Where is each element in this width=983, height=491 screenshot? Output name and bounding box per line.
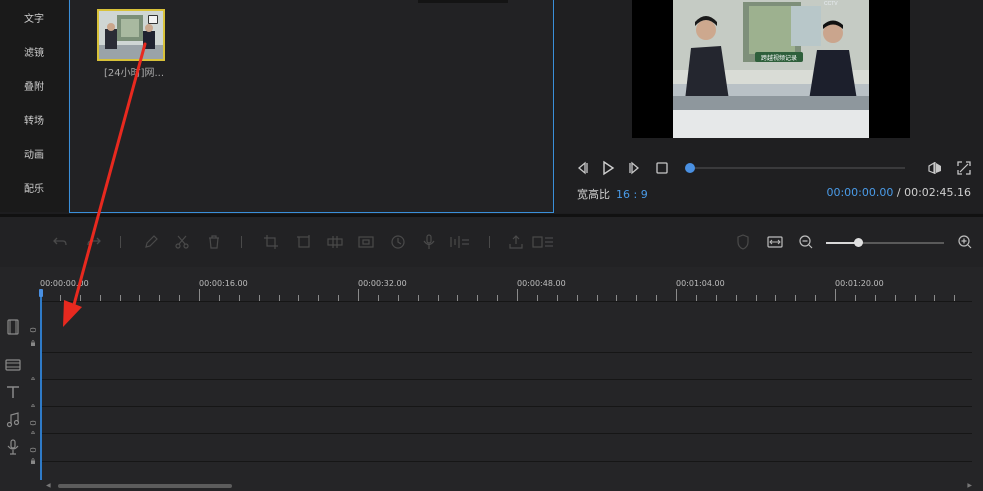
ruler-label: 00:01:20.00 [835, 279, 884, 288]
sidebar-item-music[interactable]: 配乐 [0, 179, 68, 201]
scrollbar-thumb[interactable] [58, 484, 232, 488]
next-frame-icon[interactable] [626, 160, 642, 176]
fullscreen-icon[interactable] [956, 160, 972, 176]
voice-track-header [0, 434, 40, 464]
channel-logo-text: CCTV [824, 1, 838, 7]
zoom-out-icon[interactable] [798, 234, 814, 250]
redo-icon[interactable] [86, 234, 102, 250]
sidebar-item-overlay[interactable]: 叠附 [0, 77, 68, 99]
total-timecode: 00:02:45.16 [904, 186, 971, 199]
track-divider [40, 352, 972, 353]
timeline-ruler[interactable]: 00:00:00.00 00:00:16.00 00:00:32.00 00:0… [40, 267, 972, 301]
preview-progress-track[interactable] [690, 167, 905, 169]
text-track-header [0, 380, 40, 410]
playhead-handle[interactable] [39, 289, 43, 297]
zoom-in-icon[interactable] [957, 234, 973, 250]
track-divider [40, 406, 972, 407]
export-share-icon[interactable] [508, 234, 524, 250]
preview-video: CCTV 跨越视频记录 [632, 0, 910, 138]
voiceover-mic-icon[interactable] [421, 234, 437, 250]
toolbar-separator [489, 236, 490, 248]
video-track-main-header [0, 302, 40, 352]
preview-playbar [555, 156, 983, 180]
media-clip-thumbnail[interactable] [97, 9, 165, 61]
clip-badge-icon [148, 15, 158, 24]
current-timecode: 00:00:00.00 [826, 186, 894, 199]
aspect-ratio-readout: 宽高比 16 : 9 [577, 186, 648, 202]
news-broadcast-frame: CCTV 跨越视频记录 [673, 0, 869, 138]
visibility-eye-icon[interactable] [29, 438, 37, 453]
music-track-header [0, 407, 40, 437]
media-library-panel: [24小时]网... [69, 0, 554, 213]
zoom-slider-knob[interactable] [854, 238, 863, 247]
screenshot-icon[interactable] [358, 234, 374, 250]
aspect-ratio-label: 宽高比 [577, 188, 610, 201]
visibility-eye-icon[interactable] [29, 318, 37, 333]
track-divider [40, 433, 972, 434]
marker-shield-icon[interactable] [735, 234, 751, 250]
toolbar-separator [241, 236, 242, 248]
track-divider [40, 379, 972, 380]
lock-icon[interactable] [30, 368, 36, 383]
ruler-label: 00:00:00.00 [40, 279, 89, 288]
timecode-separator: / [896, 186, 901, 199]
scroll-left-arrow-icon[interactable]: ◀ [46, 482, 51, 489]
sidebar-item-text[interactable]: 文字 [0, 9, 68, 31]
ruler-label: 00:00:48.00 [517, 279, 566, 288]
ruler-ticks [40, 289, 955, 301]
resize-frame-icon[interactable] [296, 234, 312, 250]
media-clip-label: [24小时]网... [103, 68, 165, 79]
timeline-area[interactable]: 00:00:00.00 00:00:16.00 00:00:32.00 00:0… [0, 267, 983, 491]
lock-icon[interactable] [30, 395, 36, 410]
edit-pencil-icon[interactable] [143, 234, 159, 250]
film-icon [5, 319, 21, 335]
media-panel-topbar [418, 0, 508, 3]
preview-progress-knob[interactable] [685, 163, 695, 173]
film-icon [5, 357, 21, 373]
snapshot-compare-icon[interactable] [927, 160, 943, 176]
timeline-playhead[interactable] [40, 290, 42, 480]
track-divider [40, 461, 972, 462]
audio-settings-icon[interactable] [449, 234, 471, 250]
sidebar-item-filter[interactable]: 滤镜 [0, 43, 68, 65]
scroll-right-arrow-icon[interactable]: ▶ [967, 482, 972, 489]
lock-icon[interactable] [30, 422, 36, 437]
timeline-horizontal-scrollbar[interactable]: ◀ ▶ [44, 481, 974, 489]
sidebar-item-transition[interactable]: 转场 [0, 111, 68, 133]
scissors-icon[interactable] [174, 234, 190, 250]
microphone-icon [5, 439, 21, 455]
stop-icon[interactable] [654, 160, 670, 176]
visibility-eye-icon[interactable] [29, 411, 37, 426]
track-divider [40, 301, 972, 302]
broadcast-caption-text: 跨越视频记录 [761, 54, 797, 62]
music-icon [5, 412, 21, 428]
play-icon[interactable] [600, 160, 616, 176]
category-sidebar: 文字 滤镜 叠附 转场 动画 配乐 [0, 0, 68, 212]
ruler-label: 00:00:32.00 [358, 279, 407, 288]
text-icon [5, 384, 21, 400]
lock-icon[interactable] [30, 331, 36, 346]
video-track-overlay-header [0, 353, 40, 383]
crop-icon[interactable] [263, 234, 279, 250]
previous-frame-icon[interactable] [575, 160, 591, 176]
edit-toolbar [0, 217, 983, 267]
undo-icon[interactable] [52, 234, 68, 250]
delete-trash-icon[interactable] [206, 234, 222, 250]
sidebar-item-animation[interactable]: 动画 [0, 145, 68, 167]
ruler-label: 00:00:16.00 [199, 279, 248, 288]
split-clip-icon[interactable] [327, 234, 343, 250]
timecode-readout: 00:00:00.00 / 00:02:45.16 [826, 186, 971, 199]
ruler-label: 00:01:04.00 [676, 279, 725, 288]
toolbar-separator [120, 236, 121, 248]
fit-timeline-icon[interactable] [767, 234, 783, 250]
speed-clock-icon[interactable] [390, 234, 406, 250]
freeze-frame-icon[interactable] [532, 234, 554, 250]
lock-icon[interactable] [30, 449, 36, 464]
aspect-ratio-value[interactable]: 16 : 9 [616, 188, 648, 201]
